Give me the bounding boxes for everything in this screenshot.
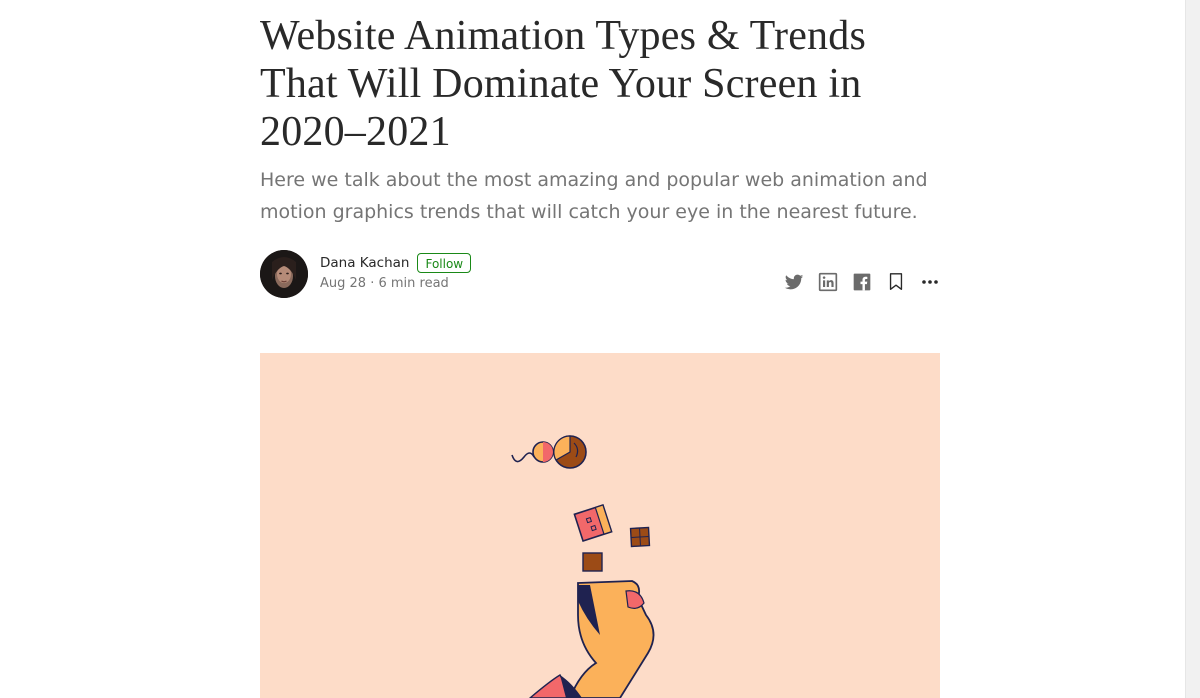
author-line: Dana Kachan Follow [320, 252, 472, 274]
read-time: 6 min read [378, 276, 449, 291]
twitter-icon [784, 274, 804, 290]
meta-separator: · [366, 276, 379, 291]
author-name[interactable]: Dana Kachan [320, 255, 409, 271]
bookmark-icon [889, 273, 903, 290]
avatar[interactable] [260, 250, 308, 298]
facebook-icon [853, 273, 871, 291]
scrollbar[interactable] [1185, 0, 1200, 698]
hero-illustration [260, 353, 940, 698]
page: Website Animation Types & Trends That Wi… [0, 0, 1200, 698]
article-title: Website Animation Types & Trends That Wi… [260, 13, 866, 155]
linkedin-share-button[interactable] [816, 270, 840, 294]
byline: Dana Kachan Follow Aug 28 · 6 min read [260, 250, 940, 298]
facebook-share-button[interactable] [850, 270, 874, 294]
bookmark-button[interactable] [884, 270, 908, 294]
post-meta: Aug 28 · 6 min read [320, 276, 449, 291]
share-actions [772, 270, 942, 294]
follow-button[interactable]: Follow [417, 253, 472, 273]
article-subtitle: Here we talk about the most amazing and … [260, 169, 928, 223]
more-icon [922, 280, 938, 284]
article-header: Website Animation Types & Trends That Wi… [260, 0, 940, 298]
avatar-portrait [260, 250, 308, 298]
animation-illustration [511, 435, 655, 698]
linkedin-icon [818, 272, 838, 292]
post-date[interactable]: Aug 28 [320, 276, 366, 291]
twitter-share-button[interactable] [782, 270, 806, 294]
more-options-button[interactable] [918, 270, 942, 294]
